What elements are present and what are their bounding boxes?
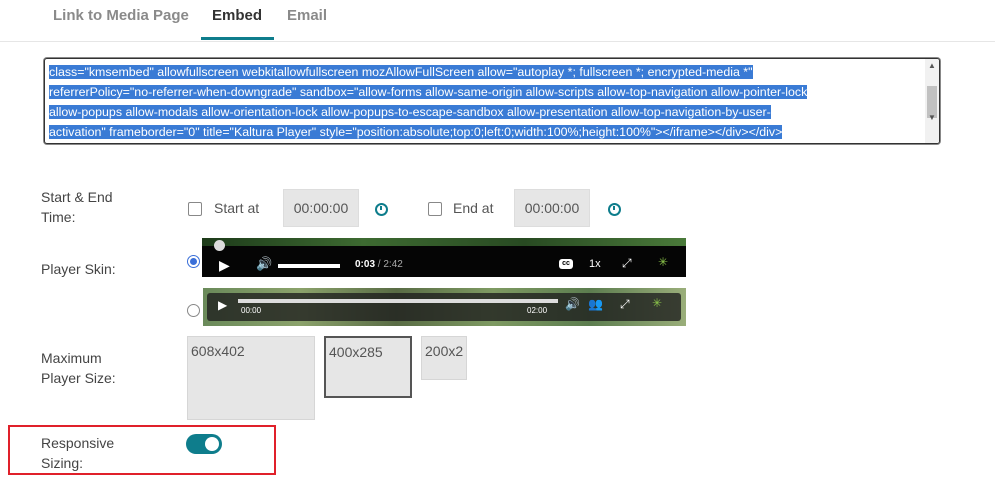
player-skin-option-1[interactable]: ▶ 🔊 0:03 / 2:42 cc 1x ⤢ ✳ [202,238,686,277]
share-tabs: Link to Media Page Embed Email [0,0,995,42]
start-clock-icon[interactable] [375,203,388,216]
start-time-input[interactable]: 00:00:00 [283,189,359,227]
end-time-input[interactable]: 00:00:00 [514,189,590,227]
size-option-200x2[interactable]: 200x2 [421,336,467,380]
play-icon: ▶ [219,257,230,273]
video-preview-strip [202,238,686,246]
fullscreen-icon: ⤢ [620,297,630,311]
embed-code-scrollbar[interactable]: ▲ ▼ [925,59,939,143]
embed-code-line: referrerPolicy="no-referrer-when-downgra… [49,85,808,99]
end-clock-icon[interactable] [608,203,621,216]
embed-code-line: allow-popups allow-modals allow-orientat… [49,105,771,119]
start-at-label: Start at [214,200,260,216]
annotation-highlight-box [8,425,276,475]
start-end-time-label: Start & End Time: [41,189,113,225]
tab-embed[interactable]: Embed [212,7,262,24]
player-skin-label: Player Skin: [41,261,116,277]
captions-icon: cc [559,259,573,269]
size-option-608x402[interactable]: 608x402 [187,336,315,420]
scroll-down-icon[interactable]: ▼ [928,113,936,122]
volume-icon: 🔊 [256,256,273,271]
scrubber-knob [214,240,225,251]
play-icon: ▶ [218,298,228,312]
skin1-time: 0:03 / 2:42 [355,259,403,270]
tab-link-to-media-page[interactable]: Link to Media Page [53,7,189,24]
max-player-size-label: Maximum Player Size: [41,350,116,386]
player-skin-option-2[interactable]: ▶ 00:00 02:00 🔊 👥 ⤢ ✳ [203,288,686,326]
volume-icon: 🔊 [565,297,580,311]
fullscreen-icon: ⤢ [622,256,632,270]
kaltura-logo-icon: ✳ [658,255,669,269]
embed-code-text[interactable]: class="kmsembed" allowfullscreen webkita… [49,62,921,142]
skin2-control-bar [207,293,681,321]
player-skin-radio-1[interactable] [187,255,200,268]
end-at-checkbox[interactable] [428,202,442,216]
start-at-checkbox[interactable] [188,202,202,216]
scroll-up-icon[interactable]: ▲ [928,61,936,70]
player-skin-radio-2[interactable] [187,304,200,317]
speed-label: 1x [589,258,601,270]
skin2-end-time: 02:00 [527,306,548,315]
skin2-start-time: 00:00 [241,306,262,315]
active-tab-indicator [201,37,274,40]
kaltura-logo-icon: ✳ [652,296,663,310]
size-option-400x285[interactable]: 400x285 [324,336,412,398]
skin2-progress-track [238,299,558,303]
embed-code-line: class="kmsembed" allowfullscreen webkita… [49,65,753,79]
volume-bar [278,264,340,268]
end-at-label: End at [453,200,494,216]
tab-email[interactable]: Email [287,7,327,24]
embed-code-textarea[interactable]: class="kmsembed" allowfullscreen webkita… [44,58,940,144]
embed-code-line: activation" frameborder="0" title="Kaltu… [49,125,783,139]
users-icon: 👥 [588,297,603,311]
